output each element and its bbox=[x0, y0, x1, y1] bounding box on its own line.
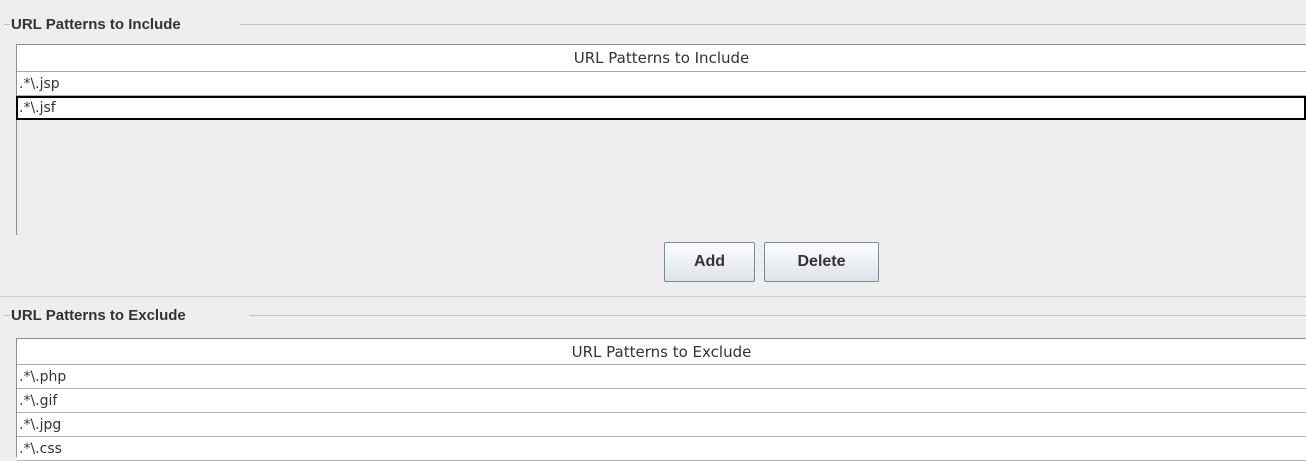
section-divider bbox=[0, 296, 1306, 297]
include-button-bar: Add Delete bbox=[664, 242, 879, 282]
exclude-table[interactable]: URL Patterns to Exclude .*\.php .*\.gif … bbox=[16, 338, 1306, 461]
include-section-title: URL Patterns to Include bbox=[11, 15, 181, 33]
add-button[interactable]: Add bbox=[664, 242, 755, 282]
exclude-row-jpg[interactable]: .*\.jpg bbox=[17, 413, 1306, 437]
include-title-line bbox=[240, 24, 1306, 25]
exclude-row-php[interactable]: .*\.php bbox=[17, 365, 1306, 389]
exclude-section-title: URL Patterns to Exclude bbox=[11, 306, 186, 324]
include-column-header[interactable]: URL Patterns to Include bbox=[17, 45, 1306, 72]
exclude-column-header[interactable]: URL Patterns to Exclude bbox=[17, 339, 1306, 365]
include-table[interactable]: URL Patterns to Include .*\.jsp .*\.jsf bbox=[16, 44, 1306, 235]
exclude-row-css[interactable]: .*\.css bbox=[17, 437, 1306, 461]
include-row-jsf[interactable]: .*\.jsf bbox=[16, 96, 1306, 120]
include-title-tick bbox=[4, 24, 10, 25]
exclude-row-gif[interactable]: .*\.gif bbox=[17, 389, 1306, 413]
include-row-jsp[interactable]: .*\.jsp bbox=[17, 72, 1306, 96]
delete-button[interactable]: Delete bbox=[764, 242, 879, 282]
exclude-title-line bbox=[250, 315, 1306, 316]
exclude-title-tick bbox=[4, 315, 10, 316]
